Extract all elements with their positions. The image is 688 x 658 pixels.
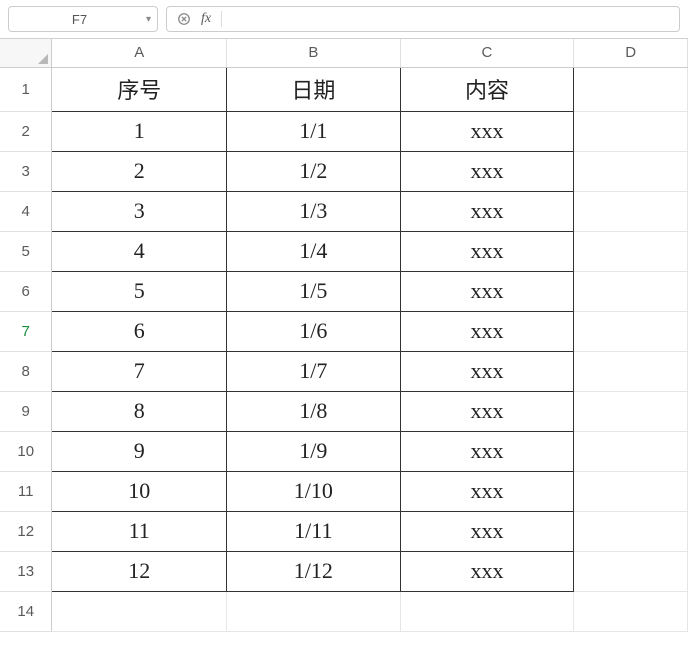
cell-D11[interactable] [574, 471, 688, 511]
cell-A1[interactable]: 序号 [52, 67, 227, 111]
chevron-down-icon: ▾ [140, 14, 151, 25]
cell-C12[interactable]: xxx [400, 511, 574, 551]
cell-C7[interactable]: xxx [400, 311, 574, 351]
separator [221, 11, 222, 27]
cell-B2[interactable]: 1/1 [227, 111, 401, 151]
cell-B9[interactable]: 1/8 [227, 391, 401, 431]
cell-D3[interactable] [574, 151, 688, 191]
toolbar: F7 ▾ fx [0, 0, 688, 38]
row-header-10[interactable]: 10 [0, 431, 52, 471]
cell-B14[interactable] [227, 591, 401, 631]
row-header-14[interactable]: 14 [0, 591, 52, 631]
column-header-C[interactable]: C [400, 39, 574, 67]
cell-C4[interactable]: xxx [400, 191, 574, 231]
cell-B3[interactable]: 1/2 [227, 151, 401, 191]
column-header-A[interactable]: A [52, 39, 227, 67]
cell-B7[interactable]: 1/6 [227, 311, 401, 351]
cell-C11[interactable]: xxx [400, 471, 574, 511]
cell-C14[interactable] [400, 591, 574, 631]
cell-D7[interactable] [574, 311, 688, 351]
cell-A12[interactable]: 11 [52, 511, 227, 551]
row-header-2[interactable]: 2 [0, 111, 52, 151]
column-header-B[interactable]: B [227, 39, 401, 67]
cell-A2[interactable]: 1 [52, 111, 227, 151]
cell-A4[interactable]: 3 [52, 191, 227, 231]
cell-B11[interactable]: 1/10 [227, 471, 401, 511]
cell-A7[interactable]: 6 [52, 311, 227, 351]
cell-reference: F7 [19, 12, 140, 27]
cell-C10[interactable]: xxx [400, 431, 574, 471]
row-header-6[interactable]: 6 [0, 271, 52, 311]
cell-D13[interactable] [574, 551, 688, 591]
cell-D2[interactable] [574, 111, 688, 151]
cell-A10[interactable]: 9 [52, 431, 227, 471]
spreadsheet-grid[interactable]: ABCD1序号日期内容211/1xxx321/2xxx431/3xxx541/4… [0, 38, 688, 632]
name-box[interactable]: F7 ▾ [8, 6, 158, 32]
cell-B4[interactable]: 1/3 [227, 191, 401, 231]
row-header-5[interactable]: 5 [0, 231, 52, 271]
cell-A3[interactable]: 2 [52, 151, 227, 191]
formula-bar: fx [166, 6, 680, 32]
row-header-1[interactable]: 1 [0, 67, 52, 111]
cell-C6[interactable]: xxx [400, 271, 574, 311]
row-header-7[interactable]: 7 [0, 311, 52, 351]
cell-D6[interactable] [574, 271, 688, 311]
cell-A11[interactable]: 10 [52, 471, 227, 511]
row-header-8[interactable]: 8 [0, 351, 52, 391]
cell-B12[interactable]: 1/11 [227, 511, 401, 551]
cell-C1[interactable]: 内容 [400, 67, 574, 111]
cell-A9[interactable]: 8 [52, 391, 227, 431]
row-header-3[interactable]: 3 [0, 151, 52, 191]
cell-A14[interactable] [52, 591, 227, 631]
cell-B1[interactable]: 日期 [227, 67, 401, 111]
cell-C13[interactable]: xxx [400, 551, 574, 591]
cell-C3[interactable]: xxx [400, 151, 574, 191]
select-all-corner[interactable] [0, 39, 52, 67]
fx-icon[interactable]: fx [201, 11, 211, 27]
cell-A8[interactable]: 7 [52, 351, 227, 391]
cell-D4[interactable] [574, 191, 688, 231]
row-header-12[interactable]: 12 [0, 511, 52, 551]
cell-C5[interactable]: xxx [400, 231, 574, 271]
cell-D8[interactable] [574, 351, 688, 391]
column-header-D[interactable]: D [574, 39, 688, 67]
cell-A5[interactable]: 4 [52, 231, 227, 271]
cell-B13[interactable]: 1/12 [227, 551, 401, 591]
cell-A13[interactable]: 12 [52, 551, 227, 591]
cell-B5[interactable]: 1/4 [227, 231, 401, 271]
row-header-11[interactable]: 11 [0, 471, 52, 511]
cell-B6[interactable]: 1/5 [227, 271, 401, 311]
row-header-9[interactable]: 9 [0, 391, 52, 431]
cell-D1[interactable] [574, 67, 688, 111]
formula-input[interactable] [232, 7, 669, 31]
cell-D10[interactable] [574, 431, 688, 471]
cell-B10[interactable]: 1/9 [227, 431, 401, 471]
cell-D9[interactable] [574, 391, 688, 431]
cell-C8[interactable]: xxx [400, 351, 574, 391]
cell-B8[interactable]: 1/7 [227, 351, 401, 391]
cell-D14[interactable] [574, 591, 688, 631]
cell-D5[interactable] [574, 231, 688, 271]
row-header-13[interactable]: 13 [0, 551, 52, 591]
cell-C2[interactable]: xxx [400, 111, 574, 151]
row-header-4[interactable]: 4 [0, 191, 52, 231]
cell-C9[interactable]: xxx [400, 391, 574, 431]
cancel-icon[interactable] [177, 12, 191, 26]
cell-D12[interactable] [574, 511, 688, 551]
cell-A6[interactable]: 5 [52, 271, 227, 311]
